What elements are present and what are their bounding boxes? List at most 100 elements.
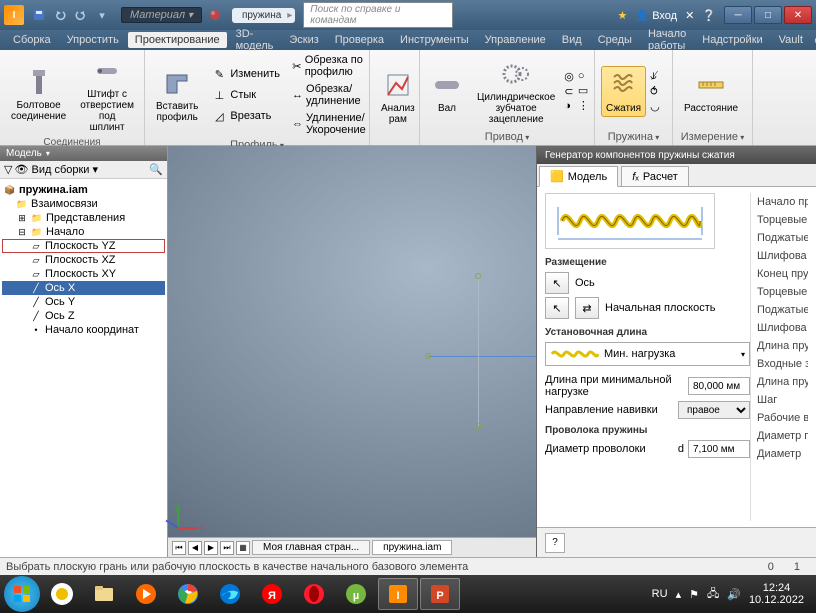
qat-dropdown-icon[interactable]: ▾: [93, 6, 111, 24]
lengthen-button[interactable]: ⇔Удлинение/Укорочение: [288, 110, 375, 138]
qat-save-icon[interactable]: [30, 6, 48, 24]
install-length-combo[interactable]: Мин. нагрузка: [545, 342, 750, 366]
scene-handle[interactable]: [425, 353, 431, 359]
vp-nav-next[interactable]: ▶: [204, 541, 218, 555]
length-min-load-input[interactable]: [688, 377, 750, 395]
bel-spring-icon[interactable]: ◡: [650, 100, 660, 113]
spur-gear-button[interactable]: Цилиндрическое зубчатое зацепление: [472, 55, 560, 128]
tree-representations[interactable]: ⊞📁Представления: [2, 211, 165, 225]
task-yandex-browser[interactable]: Я: [252, 578, 292, 610]
vp-nav-first[interactable]: ⏮: [172, 541, 186, 555]
tree-plane-xz[interactable]: ▱Плоскость XZ: [2, 253, 165, 267]
filter-icon[interactable]: ▽: [4, 163, 12, 176]
pin-button[interactable]: Штифт с отверстием под шплинт: [75, 52, 139, 136]
task-explorer[interactable]: [84, 578, 124, 610]
dialog-tab-model[interactable]: 🟨Модель: [539, 166, 618, 187]
vp-nav-prev[interactable]: ◀: [188, 541, 202, 555]
help-icon[interactable]: ❔: [696, 9, 722, 22]
edit-profile-button[interactable]: ✎Изменить: [207, 64, 284, 84]
vp-nav-last[interactable]: ⏭: [220, 541, 234, 555]
appearance-icon[interactable]: [206, 6, 224, 24]
miter-button[interactable]: ◿Врезать: [207, 106, 284, 126]
tray-up-icon[interactable]: ▴: [676, 588, 682, 601]
trim-profile-button[interactable]: ✂Обрезка по профилю: [288, 52, 375, 80]
tab-tools[interactable]: Инструменты: [393, 32, 476, 48]
tree-relationships[interactable]: 📁Взаимосвязи: [2, 197, 165, 211]
dialog-tab-calc[interactable]: fₓРасчет: [621, 166, 689, 187]
tray-lang[interactable]: RU: [652, 588, 668, 600]
qat-undo-icon[interactable]: [51, 6, 69, 24]
tree-axis-y[interactable]: ╱Ось Y: [2, 295, 165, 309]
tree-axis-x[interactable]: ╱Ось X: [2, 281, 165, 295]
tab-assembly[interactable]: Сборка: [6, 32, 58, 48]
compression-spring-button[interactable]: Сжатия: [601, 66, 646, 117]
joint-button[interactable]: ⊥Стык: [207, 85, 284, 105]
task-yandex[interactable]: [42, 578, 82, 610]
task-media[interactable]: [126, 578, 166, 610]
vp-tab-home[interactable]: Моя главная стран...: [252, 540, 370, 555]
vp-grid-icon[interactable]: ▦: [236, 541, 250, 555]
tree-origin-point[interactable]: •Начало координат: [2, 323, 165, 337]
find-icon[interactable]: 🔍: [149, 163, 163, 176]
login-link[interactable]: 👤 Вход: [629, 9, 683, 22]
trim-extend-button[interactable]: ↔Обрезка/удлинение: [288, 81, 375, 109]
close-button[interactable]: ✕: [784, 6, 812, 24]
cam-icon[interactable]: ◑: [564, 100, 574, 112]
tree-plane-yz[interactable]: ▱Плоскость YZ: [2, 239, 165, 253]
tree-plane-xy[interactable]: ▱Плоскость XY: [2, 267, 165, 281]
document-tab[interactable]: пружина: [232, 8, 295, 23]
exchange-icon[interactable]: ✕: [685, 9, 694, 22]
tab-environments[interactable]: Среды: [591, 32, 639, 48]
tab-design[interactable]: Проектирование: [128, 32, 227, 48]
task-powerpoint[interactable]: P: [420, 578, 460, 610]
tab-view[interactable]: Вид: [555, 32, 589, 48]
task-inventor[interactable]: I: [378, 578, 418, 610]
wire-diameter-input[interactable]: [688, 440, 750, 458]
bearing-icon[interactable]: ◎: [564, 70, 574, 83]
task-utorrent[interactable]: µ: [336, 578, 376, 610]
shaft-button[interactable]: Вал: [426, 66, 468, 117]
insert-profile-button[interactable]: Вставить профиль: [151, 64, 203, 126]
task-edge[interactable]: [210, 578, 250, 610]
measure-button[interactable]: Расстояние: [679, 66, 743, 117]
key-icon[interactable]: ▭: [578, 84, 589, 97]
favorite-icon[interactable]: ★: [618, 9, 628, 22]
tree-origin[interactable]: ⊟📁Начало: [2, 225, 165, 239]
bolted-connection-button[interactable]: Болтовое соединение: [6, 63, 71, 125]
start-button[interactable]: [4, 576, 40, 612]
tab-inspect[interactable]: Проверка: [328, 32, 391, 48]
tray-clock[interactable]: 12:24 10.12.2022: [749, 582, 804, 606]
oring-icon[interactable]: ○: [578, 70, 589, 82]
qat-redo-icon[interactable]: [72, 6, 90, 24]
frame-analysis-button[interactable]: Анализ рам: [376, 66, 420, 128]
search-input[interactable]: Поиск по справке и командам: [303, 2, 453, 28]
tray-flag-icon[interactable]: ⚑: [689, 588, 699, 601]
tree-axis-z[interactable]: ╱Ось Z: [2, 309, 165, 323]
belt-icon[interactable]: ⊂: [564, 85, 574, 98]
task-chrome[interactable]: [168, 578, 208, 610]
task-opera[interactable]: [294, 578, 334, 610]
ext-spring-icon[interactable]: ⫝̸: [650, 70, 660, 83]
model-panel-header[interactable]: Модель: [0, 146, 167, 161]
tree-root[interactable]: 📦пружина.iam: [2, 183, 165, 197]
pick-plane-button[interactable]: ↖: [545, 297, 569, 319]
spline-icon[interactable]: ⋮: [578, 99, 589, 112]
minimize-button[interactable]: ─: [724, 6, 752, 24]
dialog-help-button[interactable]: ?: [545, 533, 565, 553]
flip-button[interactable]: ⇄: [575, 297, 599, 319]
tab-simplify[interactable]: Упростить: [60, 32, 126, 48]
pick-axis-button[interactable]: ↖: [545, 272, 569, 294]
tab-vault[interactable]: Vault: [772, 32, 810, 48]
tab-manage[interactable]: Управление: [478, 32, 553, 48]
tray-volume-icon[interactable]: 🔊: [727, 588, 741, 601]
tray-network-icon[interactable]: 🖧: [707, 585, 719, 604]
winding-direction-select[interactable]: правое: [678, 401, 750, 419]
scene-handle[interactable]: [475, 423, 481, 429]
material-selector[interactable]: Материал ▾: [121, 7, 202, 23]
maximize-button[interactable]: □: [754, 6, 782, 24]
vp-tab-doc[interactable]: пружина.iam: [372, 540, 452, 555]
tab-sketch[interactable]: Эскиз: [282, 32, 325, 48]
app-icon[interactable]: I: [4, 5, 24, 25]
view-mode-selector[interactable]: 👁 Вид сборки ▾: [14, 163, 147, 176]
scene-handle[interactable]: [475, 273, 481, 279]
